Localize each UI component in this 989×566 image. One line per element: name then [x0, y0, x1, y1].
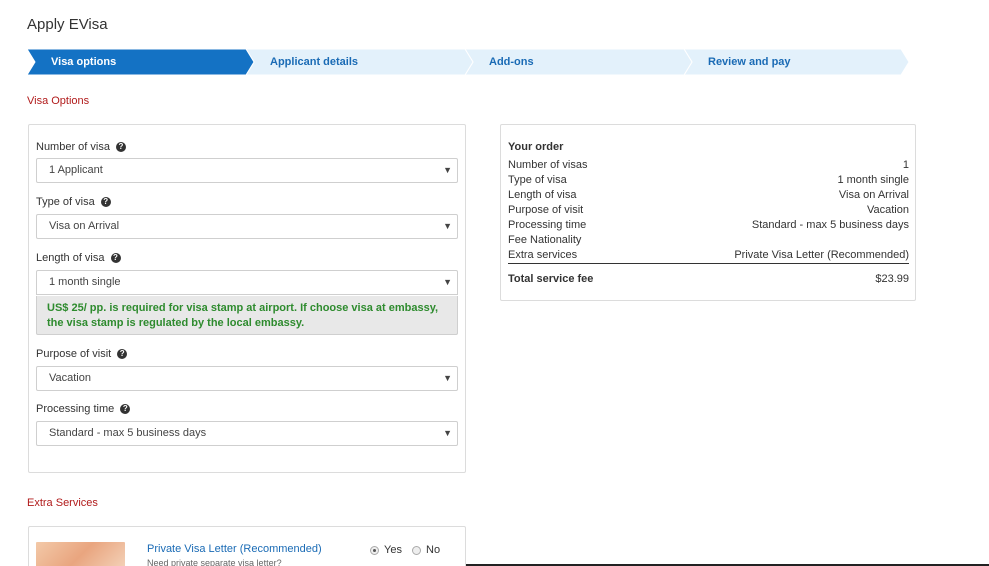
- number-of-visa-value: 1 Applicant: [49, 164, 103, 176]
- order-row-key: Extra services: [508, 249, 578, 261]
- order-row-value: Visa on Arrival: [838, 189, 909, 201]
- visa-stamp-notice: US$ 25/ pp. is required for visa stamp a…: [36, 296, 458, 335]
- extra-services-panel: Private Visa Letter (Recommended) Need p…: [28, 526, 466, 566]
- order-row-key: Processing time: [508, 219, 587, 231]
- question-circle-icon[interactable]: ?: [117, 349, 128, 359]
- total-service-fee-label: Total service fee: [508, 273, 594, 285]
- order-row-value: Private Visa Letter (Recommended): [734, 249, 909, 261]
- step-applicant-details[interactable]: Applicant details: [270, 49, 358, 75]
- step-visa-options[interactable]: Visa options: [51, 49, 116, 75]
- caret-down-icon: ▼: [443, 165, 452, 175]
- visa-letter-yes-option[interactable]: Yes: [370, 544, 402, 556]
- length-of-visa-select[interactable]: 1 month single ▼: [36, 270, 458, 295]
- order-row: Number of visas 1: [508, 159, 909, 174]
- visa-letter-thumbnail-image: [36, 542, 125, 566]
- purpose-of-visit-value: Vacation: [49, 372, 91, 384]
- private-visa-letter-description: Need private separate visa letter?: [147, 558, 282, 566]
- processing-time-label: Processing time ?: [36, 403, 131, 415]
- order-row-key: Type of visa: [508, 174, 567, 186]
- length-of-visa-label: Length of visa ?: [36, 252, 121, 264]
- question-circle-icon[interactable]: ?: [110, 253, 121, 263]
- order-row-key: Purpose of visit: [508, 204, 584, 216]
- caret-down-icon: ▼: [443, 277, 452, 287]
- type-of-visa-select[interactable]: Visa on Arrival ▼: [36, 214, 458, 239]
- order-divider: [508, 263, 909, 264]
- order-row-value: 1: [902, 159, 909, 171]
- type-of-visa-value: Visa on Arrival: [49, 220, 120, 232]
- order-row: Type of visa 1 month single: [508, 174, 909, 189]
- step-add-ons[interactable]: Add-ons: [489, 49, 534, 75]
- processing-time-label-text: Processing time: [36, 403, 115, 415]
- radio-yes-label: Yes: [384, 544, 402, 556]
- order-row: Processing time Standard - max 5 busines…: [508, 219, 909, 234]
- progress-stepper: Visa options Applicant details Add-ons R…: [27, 49, 909, 75]
- order-title: Your order: [508, 141, 564, 153]
- order-row: Length of visa Visa on Arrival: [508, 189, 909, 204]
- caret-down-icon: ▼: [443, 373, 452, 383]
- number-of-visa-label-text: Number of visa: [36, 141, 110, 153]
- order-row-value: 1 month single: [837, 174, 909, 186]
- length-of-visa-value: 1 month single: [49, 276, 121, 288]
- order-row-key: Length of visa: [508, 189, 577, 201]
- order-row-key: Number of visas: [508, 159, 588, 171]
- question-circle-icon[interactable]: ?: [115, 142, 126, 152]
- processing-time-select[interactable]: Standard - max 5 business days ▼: [36, 421, 458, 446]
- purpose-of-visit-label: Purpose of visit ?: [36, 348, 128, 360]
- extra-services-heading: Extra Services: [27, 497, 98, 509]
- visa-options-heading: Visa Options: [27, 95, 90, 107]
- visa-letter-no-option[interactable]: No: [412, 544, 440, 556]
- order-row-value: Vacation: [867, 204, 909, 216]
- radio-yes[interactable]: [370, 545, 379, 555]
- page-title: Apply EVisa: [27, 16, 108, 33]
- radio-no-label: No: [426, 544, 441, 556]
- private-visa-letter-link[interactable]: Private Visa Letter (Recommended): [147, 543, 322, 555]
- order-row-value: Standard - max 5 business days: [751, 219, 909, 231]
- length-of-visa-label-text: Length of visa: [36, 252, 105, 264]
- caret-down-icon: ▼: [443, 221, 452, 231]
- total-service-fee-value: $23.99: [875, 273, 909, 285]
- type-of-visa-label-text: Type of visa: [36, 196, 95, 208]
- question-circle-icon[interactable]: ?: [120, 404, 131, 414]
- order-row: Fee Nationality: [508, 234, 909, 249]
- caret-down-icon: ▼: [443, 428, 452, 438]
- order-row: Extra services Private Visa Letter (Reco…: [508, 249, 909, 264]
- number-of-visa-label: Number of visa ?: [36, 141, 126, 153]
- purpose-of-visit-label-text: Purpose of visit: [36, 348, 112, 360]
- type-of-visa-label: Type of visa ?: [36, 196, 111, 208]
- purpose-of-visit-select[interactable]: Vacation ▼: [36, 366, 458, 391]
- order-row: Purpose of visit Vacation: [508, 204, 909, 219]
- number-of-visa-select[interactable]: 1 Applicant ▼: [36, 158, 458, 183]
- order-summary-panel: Your order Number of visas 1 Type of vis…: [500, 124, 916, 301]
- order-row-key: Fee Nationality: [508, 234, 582, 246]
- visa-options-panel: Number of visa ? 1 Applicant ▼ Type of v…: [28, 124, 466, 473]
- processing-time-value: Standard - max 5 business days: [49, 427, 207, 439]
- radio-no[interactable]: [412, 545, 421, 555]
- question-circle-icon[interactable]: ?: [100, 197, 111, 207]
- step-review-and-pay[interactable]: Review and pay: [708, 49, 791, 75]
